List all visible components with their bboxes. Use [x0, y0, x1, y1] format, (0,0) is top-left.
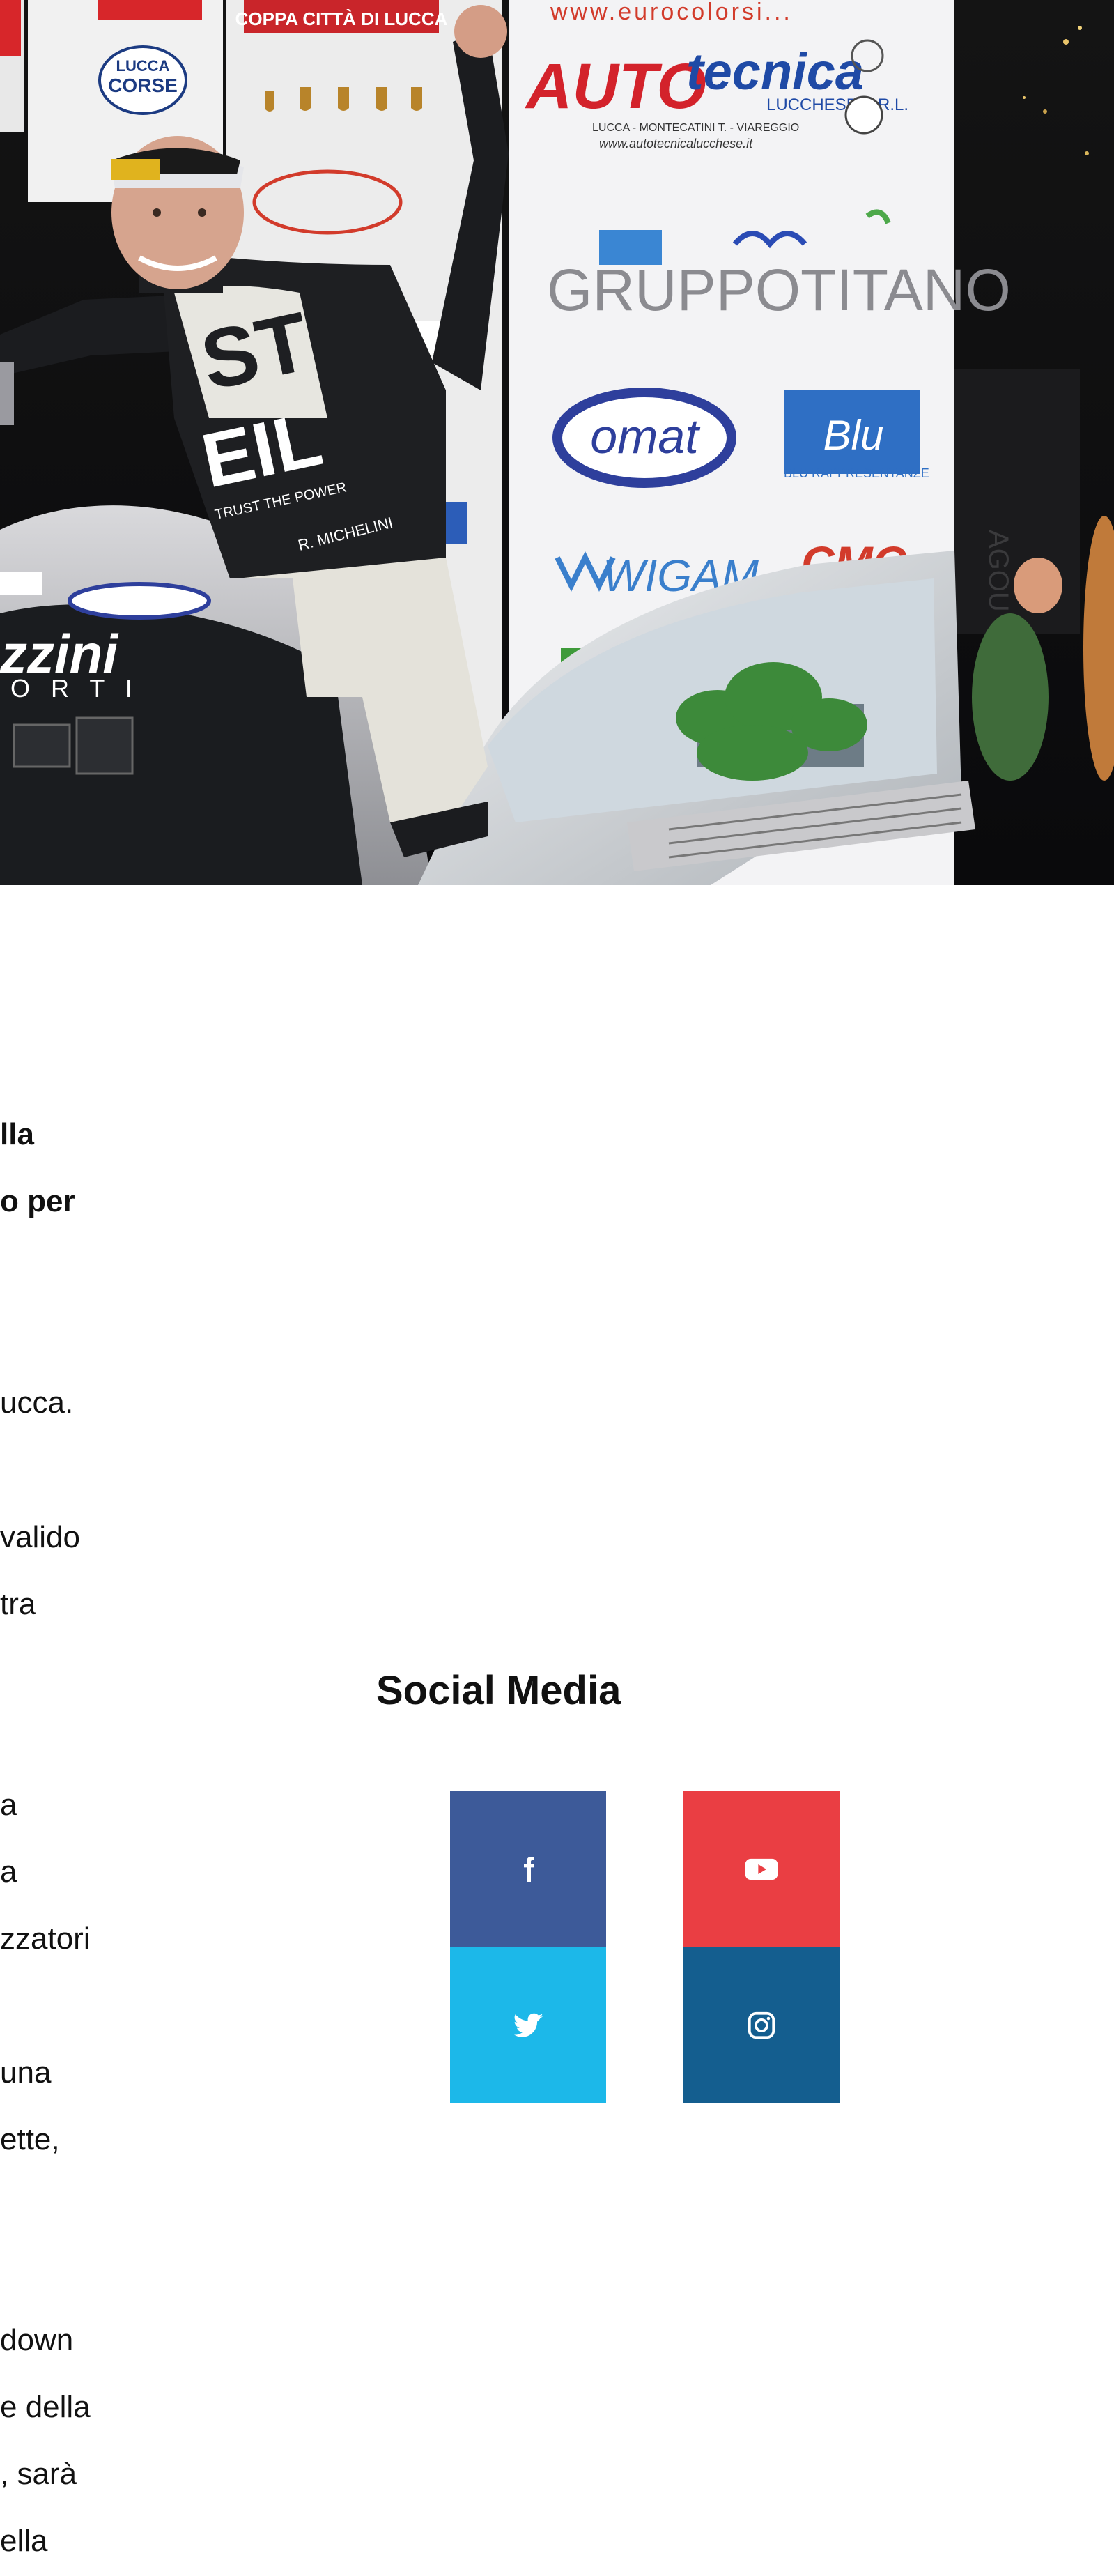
lucca-corse-line1: LUCCA	[116, 57, 170, 75]
article-fragment: valido	[0, 1520, 80, 1554]
omat-logo: omat	[590, 409, 700, 463]
article-fragment: e della	[0, 2390, 91, 2424]
banner-top-text: COPPA CITTÀ DI LUCCA	[235, 8, 448, 29]
youtube-button[interactable]	[683, 1791, 840, 1947]
hero-illustration: LUCCA CORSE COPPA CITTÀ DI LUCCA www.eur…	[0, 0, 1114, 885]
article-fragment: una	[0, 2055, 52, 2090]
lucca-corse-line2: CORSE	[108, 75, 178, 96]
article-fragment: o per	[0, 1184, 75, 1218]
article-fragment: lla	[0, 1117, 34, 1151]
article-fragment: a	[0, 1855, 17, 1889]
car-livery-subtext: O R T I	[10, 674, 139, 703]
banner-url: www.eurocolorsi...	[550, 0, 793, 25]
facebook-button[interactable]	[450, 1791, 606, 1947]
hero-photo: LUCCA CORSE COPPA CITTÀ DI LUCCA www.eur…	[0, 0, 1114, 885]
social-media-title: Social Media	[376, 1668, 621, 1713]
autotecnica-blue: tecnica	[686, 43, 864, 100]
article-fragment: zzatori	[0, 1922, 91, 1956]
autotecnica-red: AUTO	[525, 51, 706, 122]
blu-tag: BLU RAPPRESENTANZE	[784, 466, 929, 480]
autotecnica-address: LUCCA - MONTECATINI T. - VIAREGGIO	[592, 122, 799, 134]
article-fragment: ette,	[0, 2122, 60, 2156]
article-fragment: ucca.	[0, 1386, 74, 1420]
facebook-icon	[524, 1857, 534, 1882]
article-fragment: a	[0, 1788, 17, 1822]
blu-logo: Blu	[823, 412, 884, 459]
article-fragment: ella	[0, 2524, 48, 2558]
article-fragment: , sarà	[0, 2457, 77, 2491]
autotecnica-website: www.autotecnicalucchese.it	[599, 137, 753, 151]
article-fragment: tra	[0, 1587, 36, 1621]
instagram-button[interactable]	[683, 1947, 840, 2103]
article-fragment: down	[0, 2323, 74, 2357]
instagram-icon	[748, 2011, 775, 2039]
twitter-icon	[514, 2013, 543, 2037]
svg-text:AGOU: AGOU	[983, 530, 1014, 612]
gruppotitano-logo: GRUPPOTITANO	[547, 257, 1011, 323]
twitter-button[interactable]	[450, 1947, 606, 2103]
autotecnica-subtitle: LUCCHESE S.R.L.	[766, 95, 908, 114]
youtube-icon	[745, 1858, 778, 1880]
